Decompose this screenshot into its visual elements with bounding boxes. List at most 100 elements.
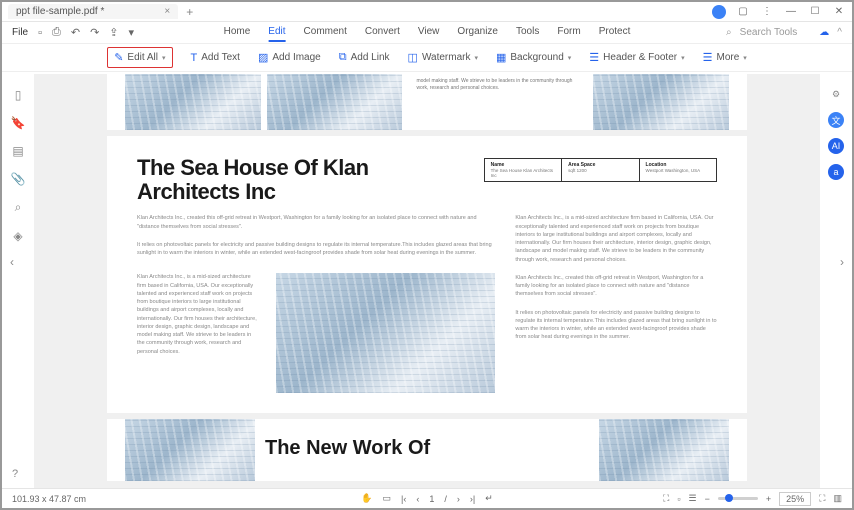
body-paragraph: model making staff. We strieve to be lea… (408, 74, 587, 130)
tab-protect[interactable]: Protect (599, 23, 631, 42)
help-icon[interactable]: ? (12, 468, 18, 480)
prev-page-icon[interactable]: ‹ (416, 494, 419, 504)
page-fragment-top: model making staff. We strieve to be lea… (107, 74, 747, 130)
building-image (593, 74, 729, 130)
link-icon: ⧉ (339, 51, 347, 64)
tab-form[interactable]: Form (557, 23, 580, 42)
page-main: The Sea House Of Klan Architects Inc Nam… (107, 136, 747, 413)
pencil-icon: ✎ (114, 51, 123, 64)
minimize-button[interactable]: — (784, 6, 798, 18)
building-image (125, 419, 255, 481)
body-paragraph: Klan Architects Inc., is a mid-sized arc… (137, 273, 260, 356)
statusbar: 101.93 x 47.87 cm ✋ ▭ |‹ ‹ 1 / › ›| ↵ ⛶ … (2, 488, 852, 508)
attachment-icon[interactable]: 📎 (11, 172, 26, 186)
assistant-icon[interactable]: a (828, 164, 844, 180)
cloud-icon[interactable]: ☁ (819, 27, 829, 38)
hamburger-icon: ☰ (703, 51, 713, 64)
zoom-slider[interactable] (718, 497, 758, 500)
building-image (125, 74, 261, 130)
left-sidebar: ▯ 🔖 ▤ 📎 ⌕ ◈ (2, 74, 34, 488)
menubar: File ▫ ⎙ ↶ ↷ ⇪ ▾ Home Edit Comment Conve… (2, 22, 852, 44)
titlebar: ppt file-sample.pdf * × + ▢ ⋮ — ☐ ✕ (2, 2, 852, 22)
background-icon: ▦ (496, 51, 506, 64)
hand-tool-icon[interactable]: ✋ (361, 493, 372, 504)
select-tool-icon[interactable]: ▭ (382, 493, 391, 504)
edit-all-button[interactable]: ✎ Edit All ▾ (107, 47, 172, 68)
save-icon[interactable]: ▫ (38, 27, 42, 39)
tab-edit[interactable]: Edit (268, 23, 285, 42)
fullscreen-icon[interactable]: ⛶ (819, 493, 825, 504)
background-button[interactable]: ▦ Background ▾ (496, 51, 571, 64)
file-menu[interactable]: File (12, 27, 28, 38)
share-icon[interactable]: ⇪ (109, 26, 118, 39)
tab-organize[interactable]: Organize (457, 23, 498, 42)
read-mode-icon[interactable]: ☰ (689, 493, 697, 504)
tab-tools[interactable]: Tools (516, 23, 539, 42)
chevron-down-icon: ▾ (474, 54, 478, 62)
watermark-button[interactable]: ◫ Watermark ▾ (408, 51, 478, 64)
close-tab-icon[interactable]: × (164, 6, 170, 17)
body-paragraph: Klan Architects Inc., is a mid-sized arc… (515, 214, 717, 264)
page-sep: / (444, 494, 447, 504)
undo-icon[interactable]: ↶ (71, 26, 80, 39)
layout-icon[interactable]: ▥ (833, 493, 842, 504)
user-avatar[interactable] (712, 5, 726, 19)
collapse-ribbon-icon[interactable]: ^ (837, 27, 842, 38)
more-button[interactable]: ☰ More ▾ (703, 51, 747, 64)
search-panel-icon[interactable]: ⌕ (15, 200, 22, 215)
redo-icon[interactable]: ↷ (90, 26, 99, 39)
add-image-button[interactable]: ▨ Add Image (258, 51, 321, 64)
next-page-icon[interactable]: › (457, 494, 460, 504)
body-paragraph: Klan Architects Inc., created this off-g… (137, 214, 495, 231)
add-link-button[interactable]: ⧉ Add Link (339, 51, 390, 64)
thumbnails-icon[interactable]: ▯ (15, 88, 22, 102)
tab-comment[interactable]: Comment (304, 23, 347, 42)
ribbon-tabs: Home Edit Comment Convert View Organize … (224, 23, 631, 42)
settings-icon[interactable]: ⚙ (828, 86, 844, 102)
print-icon[interactable]: ⎙ (52, 26, 61, 39)
next-page-button[interactable]: › (840, 255, 844, 269)
search-placeholder[interactable]: Search Tools (740, 27, 798, 38)
layers-icon[interactable]: ◈ (13, 229, 22, 243)
tab-view[interactable]: View (418, 23, 440, 42)
jump-page-icon[interactable]: ↵ (485, 493, 493, 504)
dimensions-readout: 101.93 x 47.87 cm (12, 494, 86, 504)
maximize-button[interactable]: ☐ (808, 6, 822, 18)
navigation-icon[interactable]: ▤ (12, 144, 23, 158)
bookmark-icon[interactable]: 🔖 (11, 116, 26, 130)
tab-title: ppt file-sample.pdf * (16, 6, 104, 17)
watermark-icon: ◫ (408, 51, 418, 64)
translate-icon[interactable]: 文 (828, 112, 844, 128)
add-tab-button[interactable]: + (186, 5, 193, 19)
body-paragraph: Klan Architects Inc., created this off-g… (515, 274, 717, 299)
first-page-icon[interactable]: |‹ (401, 494, 406, 504)
feedback-icon[interactable]: ▢ (736, 6, 750, 18)
header-footer-button[interactable]: ☰ Header & Footer ▾ (589, 51, 684, 64)
chevron-down-icon[interactable]: ▾ (129, 26, 135, 39)
info-table: NameThe Sea House Klan Architects Inc Ar… (484, 158, 717, 182)
text-icon: T (191, 52, 198, 64)
building-image (599, 419, 729, 481)
fit-page-icon[interactable]: ▫ (677, 494, 680, 504)
document-tab[interactable]: ppt file-sample.pdf * × (8, 4, 178, 19)
close-window-button[interactable]: ✕ (832, 6, 846, 18)
building-image (276, 273, 495, 393)
chevron-down-icon: ▾ (162, 54, 166, 62)
last-page-icon[interactable]: ›| (470, 494, 475, 504)
chevron-down-icon: ▾ (743, 54, 747, 62)
document-viewport[interactable]: model making staff. We strieve to be lea… (34, 74, 820, 488)
add-text-button[interactable]: T Add Text (191, 52, 240, 64)
fit-width-icon[interactable]: ⛶ (663, 493, 669, 504)
zoom-out-icon[interactable]: − (705, 494, 710, 504)
page-number[interactable]: 1 (429, 494, 434, 504)
chevron-down-icon: ▾ (681, 54, 685, 62)
zoom-in-icon[interactable]: + (766, 494, 771, 504)
tab-convert[interactable]: Convert (365, 23, 400, 42)
search-icon[interactable]: ⌕ (726, 27, 732, 38)
kebab-icon[interactable]: ⋮ (760, 6, 774, 18)
ai-icon[interactable]: AI (828, 138, 844, 154)
zoom-level[interactable]: 25% (779, 492, 811, 506)
page-fragment-bottom: The New Work Of (107, 419, 747, 481)
tab-home[interactable]: Home (224, 23, 251, 42)
prev-page-button[interactable]: ‹ (10, 255, 14, 269)
